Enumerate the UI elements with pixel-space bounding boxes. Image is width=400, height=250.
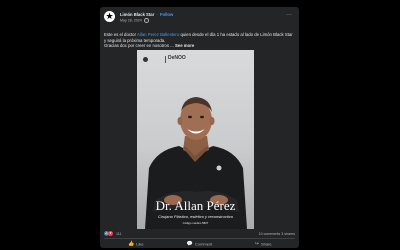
logo-divider: [165, 56, 166, 63]
engagement-counts: 10 comments 3 shares: [259, 232, 295, 236]
see-more-link[interactable]: See more: [175, 43, 194, 48]
actions-divider: [104, 238, 295, 239]
globe-icon: [143, 18, 149, 23]
post-actions: 👍 Like 💬 Comment ↪ Share: [104, 241, 295, 248]
love-reaction-icon: ♥: [108, 231, 113, 236]
like-button[interactable]: 👍 Like: [104, 241, 168, 248]
doctor-code: Código médico 5807: [182, 221, 209, 225]
mention-link[interactable]: Allan Perez Ballestero: [137, 32, 179, 37]
comment-icon: 💬: [186, 241, 193, 247]
separator: ·: [156, 12, 158, 17]
post-text: Este es el doctor Allan Perez Ballestero…: [104, 32, 295, 49]
share-label: Share: [260, 241, 272, 247]
more-icon[interactable]: ···: [286, 12, 292, 18]
reactions-count: 111: [116, 231, 122, 236]
post-image[interactable]: DeNOO Dr. Allan Pérez Cirujano Plástico,…: [137, 50, 254, 229]
share-button[interactable]: ↪ Share: [231, 241, 295, 248]
follow-button[interactable]: Follow: [160, 12, 173, 17]
star-logo-icon: ★: [105, 11, 114, 21]
like-label: Like: [136, 241, 144, 247]
page-name-link[interactable]: Limón Black Star: [120, 12, 154, 17]
comment-button[interactable]: 💬 Comment: [168, 241, 232, 248]
post-text-line2: Gracias doc por creer en nosotros ...: [104, 43, 175, 49]
shares-count[interactable]: 3 shares: [281, 232, 295, 236]
page-name-line: Limón Black Star · Follow: [120, 12, 173, 17]
comment-label: Comment: [194, 241, 213, 247]
logo-right-text: DeNOO: [168, 55, 186, 61]
like-icon: 👍: [128, 241, 135, 247]
reactions-summary[interactable]: 👍♥ 111: [104, 231, 121, 236]
post-date[interactable]: May 28, 2024: [120, 18, 142, 22]
post-header: ★ Limón Black Star · Follow May 28, 2024…: [104, 11, 294, 29]
clinic-logo-icon: [143, 57, 148, 62]
post-card: ★ Limón Black Star · Follow May 28, 2024…: [100, 7, 299, 248]
comments-count[interactable]: 10 comments: [259, 232, 281, 236]
page-avatar[interactable]: ★: [104, 11, 115, 22]
doctor-role: Cirujano Plástico, estético y reconstruc…: [157, 214, 234, 219]
post-text-before: Este es el doctor: [104, 32, 137, 37]
share-icon: ↪: [254, 241, 259, 247]
post-meta: May 28, 2024: [120, 18, 149, 23]
doctor-name: Dr. Allan Pérez: [155, 198, 236, 213]
